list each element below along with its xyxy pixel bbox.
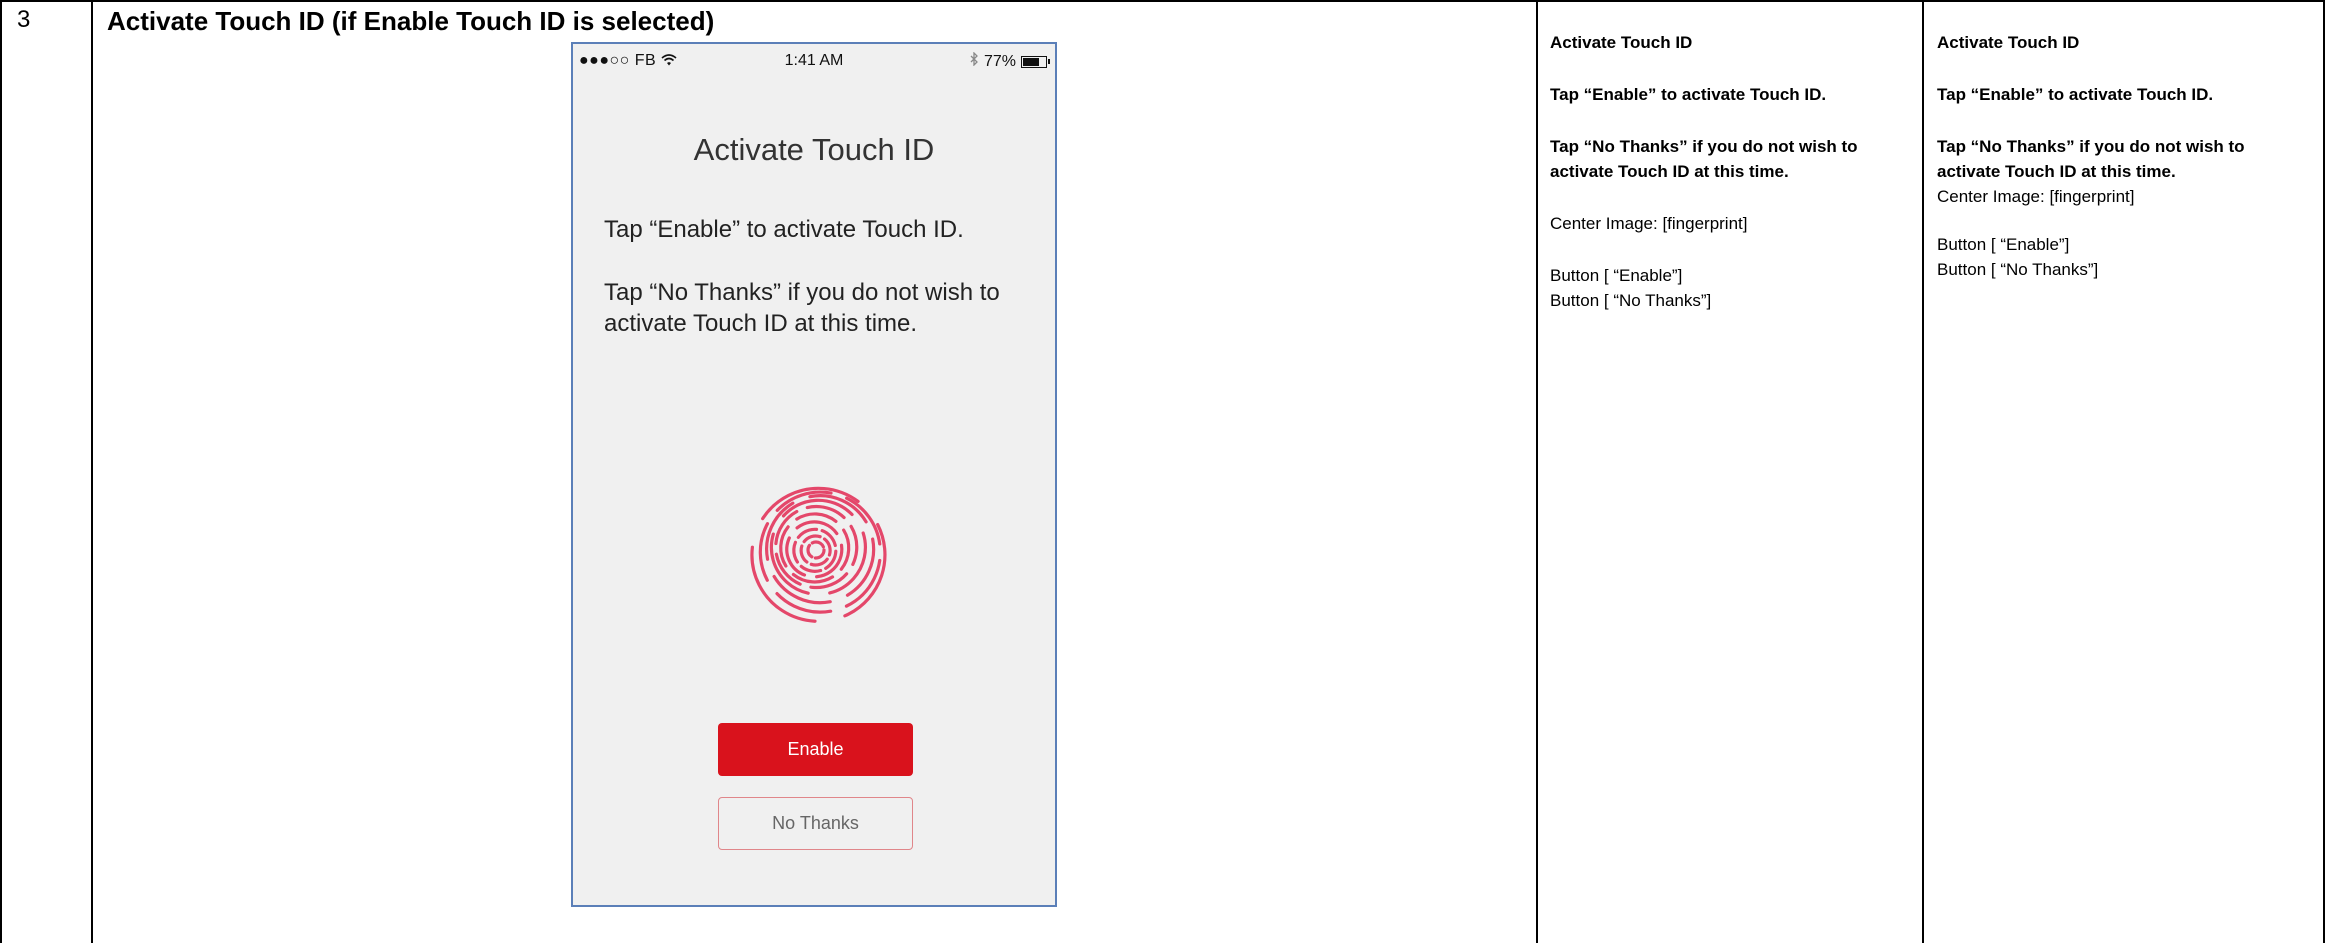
spec-b-button2: Button [ “No Thanks”] xyxy=(1937,260,2099,279)
status-right: 77% xyxy=(970,51,1050,71)
fingerprint-ridge xyxy=(779,512,851,584)
spec-b-heading: Activate Touch ID xyxy=(1937,33,2080,52)
no-thanks-instruction: Tap “No Thanks” if you do not wish to ac… xyxy=(604,279,1000,337)
enable-button[interactable]: Enable xyxy=(718,723,913,776)
phone-screenshot: ●●●○○ FB 1:41 AM 77% Activate Touch ID T… xyxy=(571,42,1057,907)
enable-instruction: Tap “Enable” to activate Touch ID. xyxy=(604,216,964,243)
status-bar: ●●●○○ FB 1:41 AM 77% xyxy=(573,44,1055,80)
spec-notes-b: Activate Touch ID Tap “Enable” to activa… xyxy=(1937,30,2312,282)
spec-a-heading: Activate Touch ID xyxy=(1550,33,1693,52)
battery-percent: 77% xyxy=(983,52,1016,70)
fingerprint-icon xyxy=(743,477,889,623)
step-title: Activate Touch ID (if Enable Touch ID is… xyxy=(107,6,715,36)
spec-b-button1: Button [ “Enable”] xyxy=(1937,235,2070,254)
no-thanks-button[interactable]: No Thanks xyxy=(718,797,913,850)
battery-icon xyxy=(1021,55,1050,68)
spec-a-line2: Tap “No Thanks” if you do not wish to ac… xyxy=(1550,137,1858,181)
spec-a-center-image: Center Image: [fingerprint] xyxy=(1550,214,1748,233)
spec-a-button1: Button [ “Enable”] xyxy=(1550,266,1683,285)
spec-a-line1: Tap “Enable” to activate Touch ID. xyxy=(1550,85,1827,104)
spec-b-line1: Tap “Enable” to activate Touch ID. xyxy=(1937,85,2214,104)
spec-a-button2: Button [ “No Thanks”] xyxy=(1550,291,1712,310)
spec-b-line2: Tap “No Thanks” if you do not wish to ac… xyxy=(1937,137,2245,181)
screen-title: Activate Touch ID xyxy=(693,132,935,167)
fingerprint-ridge xyxy=(785,520,844,579)
spec-notes-a: Activate Touch ID Tap “Enable” to activa… xyxy=(1550,30,1910,313)
fingerprint-ridge xyxy=(806,540,826,560)
row-number-cell xyxy=(0,2,93,943)
spec-b-center-image: Center Image: [fingerprint] xyxy=(1937,187,2135,206)
row-number: 3 xyxy=(17,6,31,33)
bluetooth-icon xyxy=(970,51,979,71)
